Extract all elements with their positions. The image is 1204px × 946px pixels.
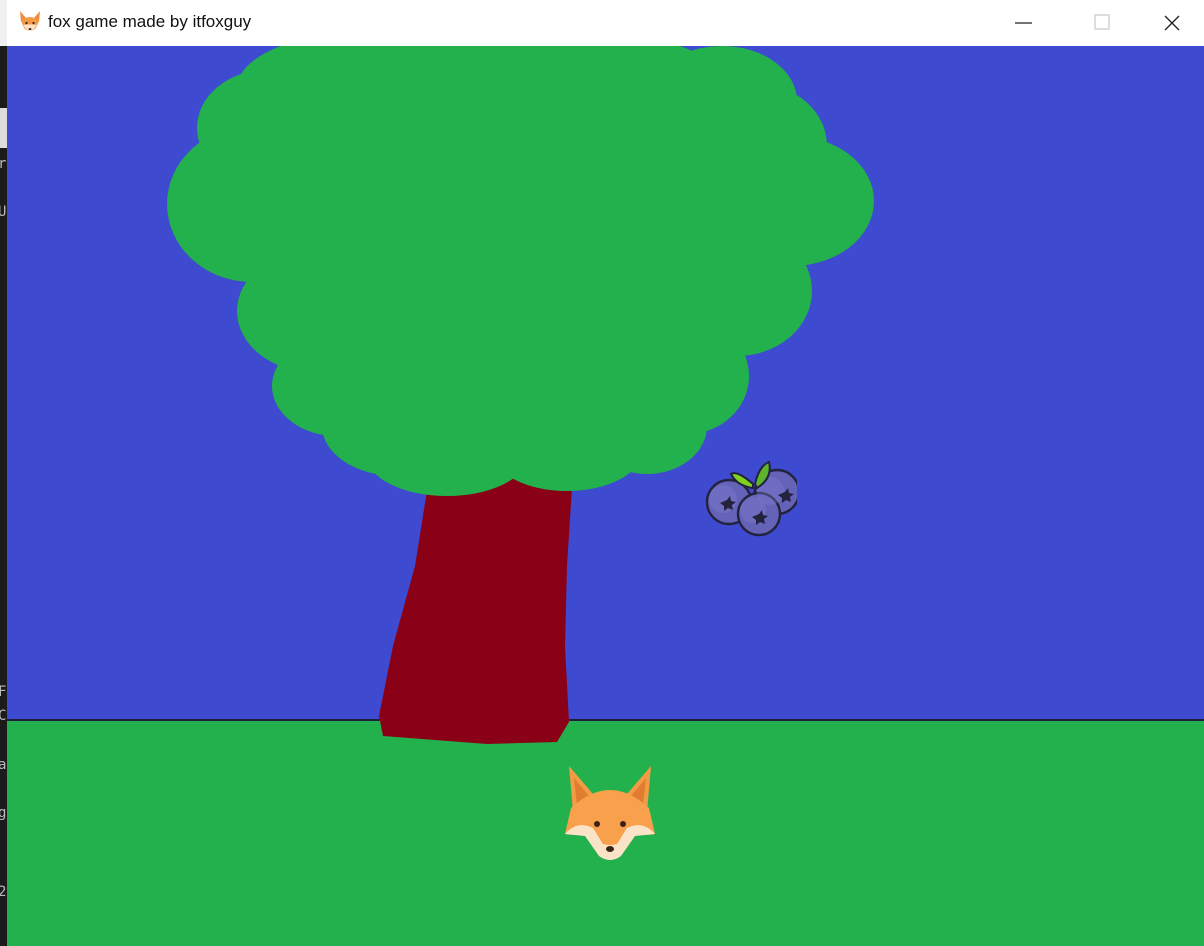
maximize-button[interactable] (1067, 0, 1137, 46)
background-text-fragment: r (0, 156, 7, 172)
background-window-edge: r U F C a g 2 (0, 0, 7, 946)
background-text-fragment: C (0, 708, 7, 724)
background-text-fragment: a (0, 757, 7, 773)
blueberries (705, 460, 797, 537)
tree-trunk (379, 472, 573, 744)
background-window-strip (0, 0, 7, 46)
game-window: fox game made by itfoxguy (7, 0, 1204, 946)
tree (167, 46, 874, 744)
background-text-fragment: 2 (0, 884, 7, 900)
window-title: fox game made by itfoxguy (48, 12, 252, 31)
background-text-fragment: F (0, 684, 7, 700)
fox-player[interactable] (563, 764, 657, 864)
background-text-fragment: U (0, 204, 7, 220)
close-button[interactable] (1136, 0, 1204, 46)
game-canvas[interactable] (7, 46, 1204, 946)
minimize-icon (1015, 22, 1032, 24)
maximize-icon (1094, 14, 1110, 30)
background-window-strip (0, 108, 7, 148)
close-icon (1164, 15, 1180, 31)
minimize-button[interactable] (998, 0, 1068, 46)
background-text-fragment: g (0, 805, 7, 821)
title-bar[interactable]: fox game made by itfoxguy (7, 0, 1204, 46)
tree-foliage (167, 46, 874, 496)
fox-head-icon (20, 11, 40, 31)
